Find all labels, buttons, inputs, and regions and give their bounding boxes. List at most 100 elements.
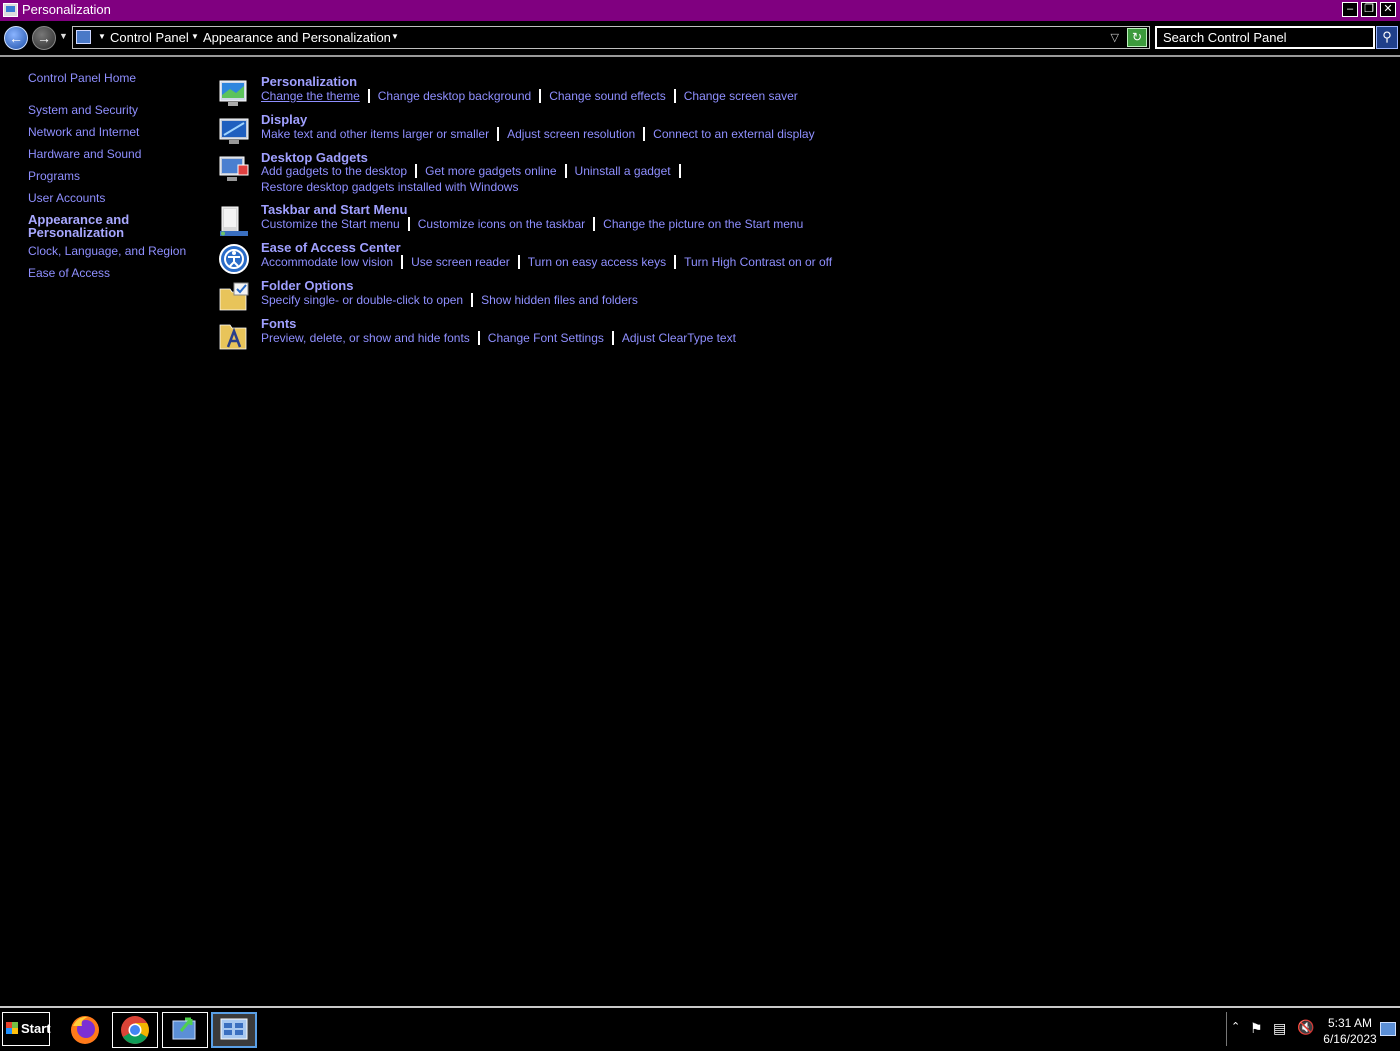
address-history-dropdown[interactable]: ▽ [1111, 31, 1119, 44]
network-icon[interactable]: ▤ [1273, 1020, 1286, 1037]
link-single-double-click[interactable]: Specify single- or double-click to open [261, 293, 463, 307]
windows-logo-icon [6, 1022, 18, 1034]
system-clock[interactable]: 5:31 AM 6/16/2023 [1318, 1015, 1382, 1047]
separator [611, 331, 614, 345]
volume-muted-icon[interactable]: 🔇 [1297, 1019, 1314, 1036]
link-connect-external-display[interactable]: Connect to an external display [653, 127, 814, 141]
separator [401, 255, 404, 269]
separator [471, 293, 474, 307]
link-customize-taskbar-icons[interactable]: Customize icons on the taskbar [418, 217, 585, 231]
close-button[interactable]: ✕ [1380, 2, 1396, 17]
title-bar: Personalization – ❐ ✕ [0, 0, 1400, 21]
sidebar-item-appearance-current: Appearance and Personalization [28, 212, 130, 240]
separator [517, 255, 520, 269]
link-change-start-picture[interactable]: Change the picture on the Start menu [603, 217, 803, 231]
crumb-chevron[interactable]: ▼ [191, 32, 199, 41]
breadcrumb-control-panel[interactable]: Control Panel [110, 30, 189, 45]
restore-button[interactable]: ❐ [1361, 2, 1377, 17]
category-title-fonts[interactable]: Fonts [261, 316, 296, 331]
taskbar-explorer-app[interactable] [162, 1012, 208, 1048]
link-get-more-gadgets[interactable]: Get more gadgets online [425, 164, 556, 178]
show-hidden-icons-icon[interactable]: ⌃ [1231, 1020, 1240, 1033]
gadgets-icon [219, 156, 249, 181]
separator [477, 331, 480, 345]
display-icon [219, 118, 249, 144]
links-desktop-gadgets: Add gadgets to the desktop Get more gadge… [261, 164, 689, 178]
taskbar-chrome[interactable] [112, 1012, 158, 1048]
crumb-chevron[interactable]: ▼ [391, 32, 399, 41]
separator [564, 164, 567, 178]
sidebar-item-hardware-sound[interactable]: Hardware and Sound [28, 147, 141, 161]
crumb-root-chevron[interactable]: ▼ [98, 32, 106, 41]
links-taskbar-start: Customize the Start menu Customize icons … [261, 217, 803, 231]
taskbar-icon [220, 206, 248, 236]
recent-pages-dropdown[interactable]: ▼ [59, 31, 68, 41]
explorer-app-icon [172, 1017, 196, 1040]
link-change-sound-effects[interactable]: Change sound effects [549, 89, 666, 103]
link-uninstall-gadget[interactable]: Uninstall a gadget [575, 164, 671, 178]
back-button[interactable]: ← [4, 26, 28, 50]
separator [593, 217, 596, 231]
category-title-desktop-gadgets[interactable]: Desktop Gadgets [261, 150, 368, 165]
separator [643, 127, 646, 141]
link-accommodate-low-vision[interactable]: Accommodate low vision [261, 255, 393, 269]
category-title-ease-of-access[interactable]: Ease of Access Center [261, 240, 401, 255]
separator [415, 164, 418, 178]
forward-button[interactable]: → [32, 26, 56, 50]
link-adjust-resolution[interactable]: Adjust screen resolution [507, 127, 635, 141]
sidebar-item-network-internet[interactable]: Network and Internet [28, 125, 139, 139]
refresh-button[interactable]: ↻ [1127, 28, 1147, 47]
breadcrumb-appearance[interactable]: Appearance and Personalization [203, 30, 391, 45]
sidebar-item-control-panel-home[interactable]: Control Panel Home [28, 71, 136, 85]
link-customize-start-menu[interactable]: Customize the Start menu [261, 217, 400, 231]
taskbar-control-panel[interactable] [211, 1012, 257, 1048]
separator [674, 255, 677, 269]
separator [497, 127, 500, 141]
link-easy-access-keys[interactable]: Turn on easy access keys [528, 255, 666, 269]
category-title-personalization[interactable]: Personalization [261, 74, 357, 89]
link-change-theme[interactable]: Change the theme [261, 89, 360, 103]
link-show-hidden-files[interactable]: Show hidden files and folders [481, 293, 638, 307]
links-ease-of-access: Accommodate low vision Use screen reader T… [261, 255, 832, 269]
links-folder-options: Specify single- or double-click to open S… [261, 293, 638, 307]
start-button[interactable]: Start [2, 1012, 51, 1046]
sidebar-item-programs[interactable]: Programs [28, 169, 80, 183]
link-change-font-settings[interactable]: Change Font Settings [488, 331, 604, 345]
minimize-button[interactable]: – [1342, 2, 1358, 17]
action-center-flag-icon[interactable]: ⚑ [1250, 1020, 1263, 1037]
category-title-folder-options[interactable]: Folder Options [261, 278, 353, 293]
separator [678, 164, 681, 178]
sidebar-item-user-accounts[interactable]: User Accounts [28, 191, 105, 205]
link-add-gadgets[interactable]: Add gadgets to the desktop [261, 164, 407, 178]
link-preview-fonts[interactable]: Preview, delete, or show and hide fonts [261, 331, 470, 345]
personalization-icon [219, 80, 247, 106]
firefox-icon [71, 1016, 99, 1044]
search-icon[interactable]: ⚲ [1376, 26, 1398, 49]
link-high-contrast[interactable]: Turn High Contrast on or off [684, 255, 832, 269]
link-make-text-larger[interactable]: Make text and other items larger or smal… [261, 127, 489, 141]
category-title-display[interactable]: Display [261, 112, 307, 127]
taskbar-firefox[interactable] [62, 1012, 108, 1048]
address-toolbar: ← → ▼ ▼ Control Panel ▼ Appearance and P… [0, 21, 1400, 57]
sidebar-item-system-security[interactable]: System and Security [28, 103, 138, 117]
ease-of-access-icon [219, 244, 249, 274]
control-panel-icon [3, 3, 18, 17]
chrome-icon [121, 1016, 149, 1044]
links-desktop-gadgets-2: Restore desktop gadgets installed with W… [261, 180, 518, 194]
clock-time: 5:31 AM [1327, 1016, 1373, 1030]
link-adjust-cleartype[interactable]: Adjust ClearType text [622, 331, 736, 345]
link-use-screen-reader[interactable]: Use screen reader [411, 255, 510, 269]
link-restore-gadgets[interactable]: Restore desktop gadgets installed with W… [261, 180, 518, 194]
address-bar[interactable]: ▼ Control Panel ▼ Appearance and Persona… [72, 26, 1150, 49]
search-input[interactable] [1155, 26, 1375, 49]
sidebar-item-clock-language[interactable]: Clock, Language, and Region [28, 244, 186, 258]
separator [407, 217, 410, 231]
link-change-screen-saver[interactable]: Change screen saver [684, 89, 798, 103]
show-desktop-icon[interactable] [1380, 1022, 1396, 1036]
link-change-desktop-background[interactable]: Change desktop background [378, 89, 531, 103]
category-title-taskbar-start[interactable]: Taskbar and Start Menu [261, 202, 407, 217]
start-label: Start [21, 1021, 51, 1036]
window-title: Personalization [22, 2, 111, 17]
sidebar-item-ease-of-access[interactable]: Ease of Access [28, 266, 110, 280]
fonts-icon [219, 324, 247, 350]
